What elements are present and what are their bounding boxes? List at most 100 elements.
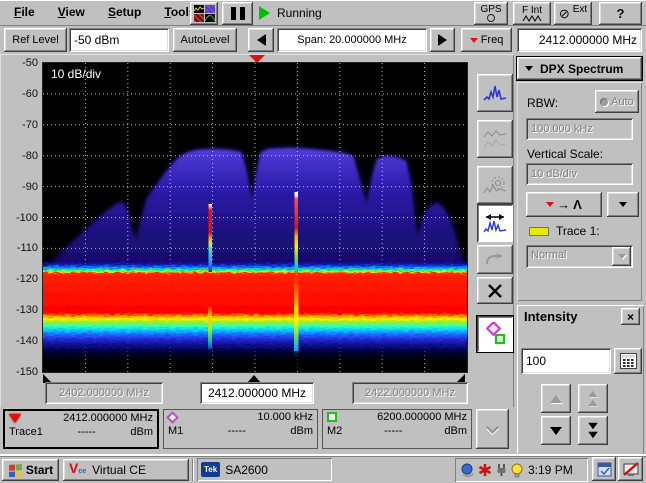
menu-file[interactable]: File: [4, 0, 45, 24]
arrow-down-icon: [550, 426, 562, 435]
span-increase-button[interactable]: [430, 28, 455, 52]
trace-gear-icon: [483, 176, 507, 194]
peak-icon: Λ: [573, 197, 582, 212]
trace-label: Trace 1:: [556, 224, 600, 238]
system-tray: 3:19 PM: [455, 458, 588, 482]
windows-flag-icon: [8, 464, 22, 477]
measurement-title: DPX Spectrum: [540, 61, 624, 76]
f-int-label: F Int: [521, 4, 542, 16]
tek-logo-icon: Tek: [201, 462, 221, 477]
tray-alert-icon[interactable]: [478, 463, 492, 477]
window-icon: [597, 462, 611, 476]
ref-level-field[interactable]: -50 dBm: [69, 28, 169, 52]
no-signal-icon: ⊘: [558, 5, 570, 21]
marker-peak-options-button[interactable]: [607, 192, 639, 217]
marker-freq: 2412.000000 MHz: [63, 412, 153, 424]
y-tick: -70: [22, 119, 38, 131]
compare-traces-button[interactable]: [477, 120, 513, 158]
start-freq-value: 2402.000000 MHz: [59, 387, 149, 399]
markers-button[interactable]: [476, 315, 514, 353]
spectrum-trace-icon: [483, 85, 507, 101]
vertical-scale-label: Vertical Scale:: [527, 147, 604, 161]
clock[interactable]: 3:19 PM: [528, 463, 573, 477]
marker-unit: dBm: [290, 425, 313, 437]
spectrum-view-button[interactable]: [477, 74, 513, 112]
menu-setup[interactable]: Setup: [98, 0, 151, 24]
menu-view[interactable]: View: [48, 0, 95, 24]
tray-ime-button[interactable]: [592, 457, 616, 481]
double-arrow-up-icon: [587, 390, 599, 407]
pause-button[interactable]: [222, 2, 253, 25]
help-button[interactable]: ?: [599, 2, 642, 25]
freq-ref-external-button[interactable]: ⊘ Ext: [554, 2, 592, 25]
marker-triangle-icon: [546, 202, 555, 207]
undo-arrow-icon: [486, 252, 502, 264]
arrow-left-icon: [256, 34, 266, 46]
taskbar-item-sa2600[interactable]: Tek SA2600: [197, 458, 332, 481]
marker-freq: 6200.000000 MHz: [377, 411, 467, 423]
freq-ref-internal-button[interactable]: F Int: [513, 2, 551, 25]
center-freq-readout-field[interactable]: 2412.000000 MHz: [200, 382, 314, 404]
measurement-menu-button[interactable]: DPX Spectrum: [516, 56, 643, 81]
span-field[interactable]: Span: 20.000000 MHz: [277, 28, 427, 52]
span-zoom-button[interactable]: [477, 204, 513, 242]
tray-power-plug-icon[interactable]: [495, 463, 508, 477]
marker-diamond-magenta-icon: [166, 410, 179, 424]
center-freq-field[interactable]: 2412.000000 MHz: [517, 28, 642, 52]
keypad-button[interactable]: [614, 348, 642, 374]
dpx-spectrum-display[interactable]: 10 dB/div: [37, 62, 473, 373]
span-decrease-button[interactable]: [248, 28, 274, 52]
display-layout-button[interactable]: [190, 2, 218, 25]
y-tick: -130: [15, 304, 38, 316]
tray-bulb-icon[interactable]: [511, 463, 523, 478]
start-freq-field: 2402.000000 MHz: [45, 382, 163, 404]
close-marker-button[interactable]: [477, 277, 513, 304]
tray-display-button[interactable]: [618, 457, 643, 481]
rbw-auto-label: Auto: [611, 95, 634, 108]
marker-readout-trace1[interactable]: 2412.000000 MHz Trace1 ----- dBm: [3, 409, 159, 449]
marker-readout-m2[interactable]: 6200.000000 MHz M2 ----- dBm: [322, 409, 472, 449]
freq-button[interactable]: Freq: [461, 28, 512, 52]
taskbar-item-virtual-ce[interactable]: Vce Virtual CE: [63, 459, 189, 481]
ref-level-label: Ref Level: [12, 34, 59, 46]
running-status-label: Running: [277, 6, 322, 20]
markers-icon: [485, 322, 506, 345]
gps-status-icon: [487, 14, 495, 22]
arrow-right-icon: [438, 34, 447, 46]
rbw-auto-button[interactable]: Auto: [595, 90, 639, 113]
monitor-slash-icon: [622, 461, 639, 476]
virtual-ce-icon: Vce: [69, 460, 87, 476]
intensity-down-button[interactable]: [541, 416, 571, 445]
display-grid-icon: [193, 5, 215, 22]
ref-level-value: -50 dBm: [74, 33, 120, 47]
pause-icon: [230, 7, 245, 20]
stop-freq-field: 2422.000000 MHz: [352, 382, 468, 404]
marker-square-green-icon: [327, 412, 337, 422]
tray-network-icon[interactable]: [460, 463, 475, 477]
intensity-panel: Intensity × 100: [517, 305, 644, 455]
intensity-down-fast-button[interactable]: [578, 416, 608, 445]
marker-to-peak-button[interactable]: → Λ: [526, 192, 602, 217]
marker-options-button[interactable]: [476, 409, 509, 449]
start-button[interactable]: Start: [2, 459, 59, 481]
radio-icon: [600, 97, 609, 106]
intensity-up-fast-button[interactable]: [578, 384, 608, 413]
rbw-value: 100.000 kHz: [531, 123, 593, 135]
y-tick: -110: [16, 242, 38, 254]
center-freq-readout-value: 2412.000000 MHz: [207, 386, 307, 400]
waveform-icon: [522, 14, 542, 22]
marker-triangle-icon: [469, 37, 478, 43]
autolevel-button[interactable]: AutoLevel: [173, 28, 237, 52]
undo-button[interactable]: [477, 245, 513, 274]
intensity-input[interactable]: 100: [521, 348, 611, 374]
trace-mode-select: Normal: [526, 245, 633, 268]
intensity-up-button[interactable]: [541, 384, 571, 413]
trace-settings-button[interactable]: [477, 166, 513, 204]
chevron-down-icon: [525, 66, 533, 71]
close-icon: ×: [626, 309, 634, 324]
intensity-close-button[interactable]: ×: [621, 308, 640, 325]
gps-button[interactable]: GPS: [474, 2, 508, 25]
marker-readout-m1[interactable]: 10.000 kHz M1 ----- dBm: [163, 409, 318, 449]
ref-level-button[interactable]: Ref Level: [4, 28, 67, 52]
close-x-icon: [488, 283, 502, 298]
